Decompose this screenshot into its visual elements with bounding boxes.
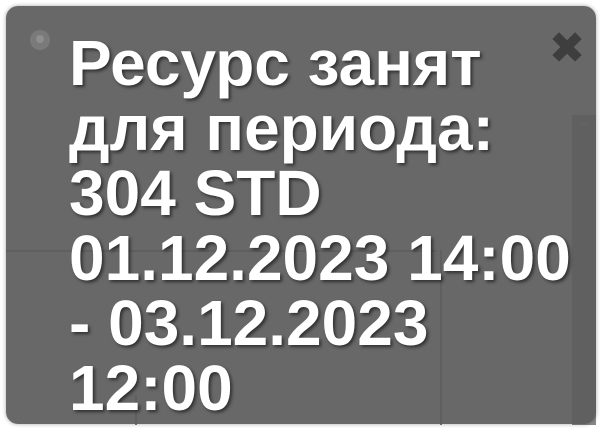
toast-message-line: для периода:	[69, 92, 494, 164]
toast-message-line: Ресурс занят	[69, 27, 482, 99]
notification-toast: ✖ Ресурс занят для периода: 304 STD 01.1…	[6, 6, 596, 424]
toast-message-line: 12:00	[69, 352, 233, 424]
toast-message-line: 304 STD	[69, 157, 322, 229]
toast-message-line: 01.12.2023 14:00	[69, 222, 571, 294]
app-screen: ^ ✖ Ресурс занят для периода: 304 STD 01…	[0, 0, 603, 428]
toast-message-line: - 03.12.2023	[69, 287, 429, 359]
info-dot-inner	[36, 35, 44, 43]
info-dot-icon	[30, 30, 50, 50]
toast-message: Ресурс занят для периода: 304 STD 01.12.…	[69, 31, 584, 421]
